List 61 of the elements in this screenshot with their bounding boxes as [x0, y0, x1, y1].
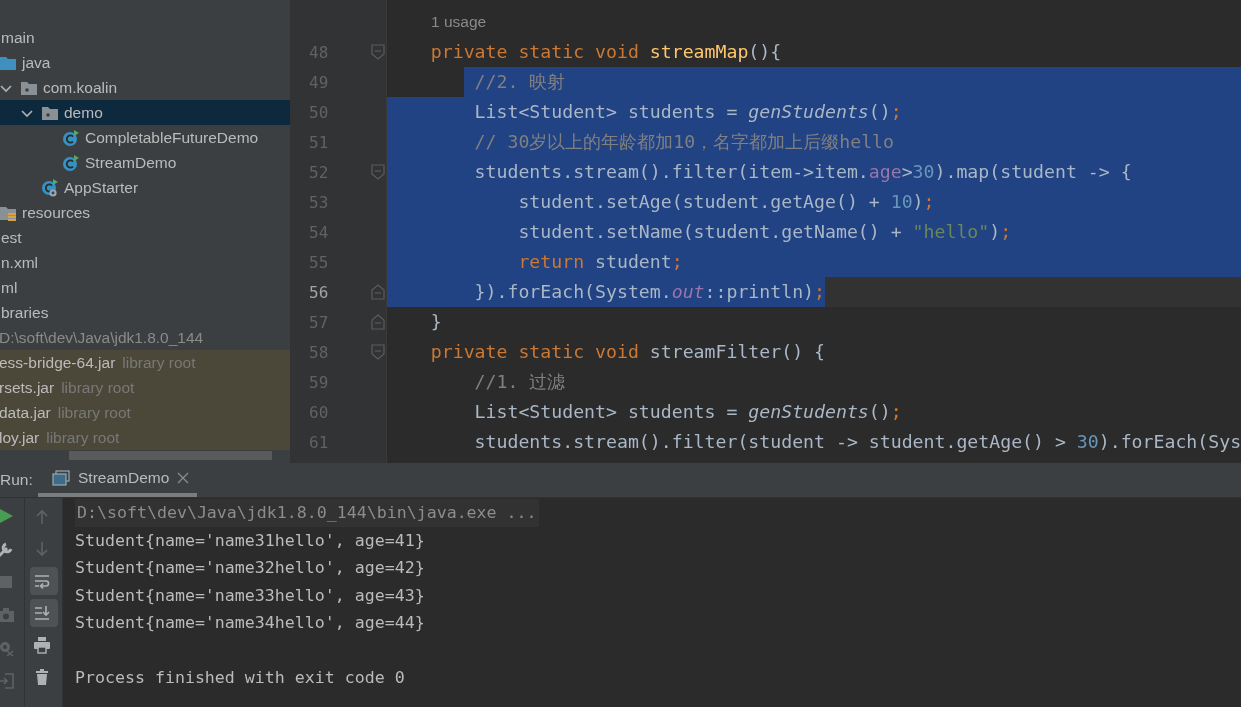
library-root-label: library root	[61, 378, 135, 397]
tree-item[interactable]: braries	[0, 300, 290, 325]
code-line: student.setAge(student.getAge() + 10);	[517, 190, 935, 214]
tree-item[interactable]: rsets.jar library root	[0, 375, 290, 400]
library-root-label: library root	[57, 403, 131, 422]
trash-icon	[33, 668, 51, 686]
fold-marker-icon[interactable]	[371, 314, 385, 330]
tree-item[interactable]: AppStarter	[0, 175, 290, 200]
window-icon	[52, 470, 70, 486]
scroll-to-end-button[interactable]	[29, 599, 58, 627]
close-icon[interactable]	[177, 472, 190, 484]
code-line: private static void streamMap(){	[429, 40, 782, 64]
tree-item[interactable]: n.xml	[0, 250, 290, 275]
tree-item[interactable]: com.koalin	[0, 75, 290, 100]
code-line: List<Student> students = genStudents();	[473, 100, 902, 124]
line-number: 56	[309, 282, 329, 302]
scroll-to-end-icon	[33, 604, 51, 622]
tree-item[interactable]: ml	[0, 275, 290, 300]
code-line: return student;	[517, 250, 683, 274]
soft-wrap-icon	[33, 572, 51, 590]
usage-hint[interactable]: 1 usage	[387, 13, 487, 31]
library-root-label: library root	[122, 353, 196, 372]
tree-item[interactable]: main	[0, 25, 290, 50]
tree-item[interactable]: StreamDemo	[0, 150, 290, 175]
code-line: students.stream().filter(student -> student.getAge() > 30).forEach(Sys	[473, 430, 1241, 454]
scrollbar-thumb[interactable]	[69, 451, 272, 460]
soft-wrap-button[interactable]	[29, 567, 58, 595]
arrow-down-icon	[33, 540, 51, 558]
tree-item[interactable]: java	[0, 50, 290, 75]
exit-message: Process finished with exit code 0	[75, 667, 405, 689]
output-line: Student{name='name33hello', age=43}	[75, 584, 425, 607]
code-line: student.setName(student.getName() + "hello");	[517, 220, 1012, 244]
code-line: //1. 过滤	[473, 370, 566, 394]
code-line: students.stream().filter(item->item.age>30).map(student -> {	[473, 160, 1132, 184]
code-line: private static void streamFilter() {	[429, 340, 825, 364]
code-line: List<Student> students = genStudents();	[473, 400, 902, 424]
tree-item[interactable]: demo	[0, 100, 290, 125]
class-icon	[41, 178, 59, 197]
class-icon	[62, 128, 80, 147]
output-line: Student{name='name32hello', age=42}	[75, 557, 425, 579]
library-root-label: library root	[46, 428, 120, 447]
code-line: // 30岁以上的年龄都加10，名字都加上后缀hello	[473, 130, 894, 154]
tree-item[interactable]: D:\soft\dev\Java\jdk1.8.0_144	[0, 325, 290, 350]
fold-marker-icon[interactable]	[371, 164, 385, 180]
code-line: }	[429, 310, 442, 334]
fold-marker-icon[interactable]	[371, 44, 385, 60]
fold-marker-icon[interactable]	[371, 284, 385, 300]
fold-marker-icon[interactable]	[371, 344, 385, 360]
class-icon	[62, 153, 80, 172]
run-icon[interactable]	[0, 507, 15, 525]
tree-item[interactable]: data.jar library root	[0, 400, 290, 425]
tree-item[interactable]: resources	[0, 200, 290, 225]
output-line: Student{name='name31hello', age=41}	[75, 529, 425, 552]
tree-item[interactable]: CompletableFutureDemo	[0, 125, 290, 150]
wrench-icon[interactable]	[0, 540, 15, 558]
tree-item[interactable]: loy.jar library root	[0, 425, 290, 450]
tree-item[interactable]: ess-bridge-64.jar library root	[0, 350, 290, 375]
panel-label: Run:	[0, 471, 34, 489]
tree-item[interactable]: est	[0, 225, 290, 250]
printer-icon	[33, 636, 51, 654]
output-line: Student{name='name34hello', age=44}	[75, 612, 425, 634]
